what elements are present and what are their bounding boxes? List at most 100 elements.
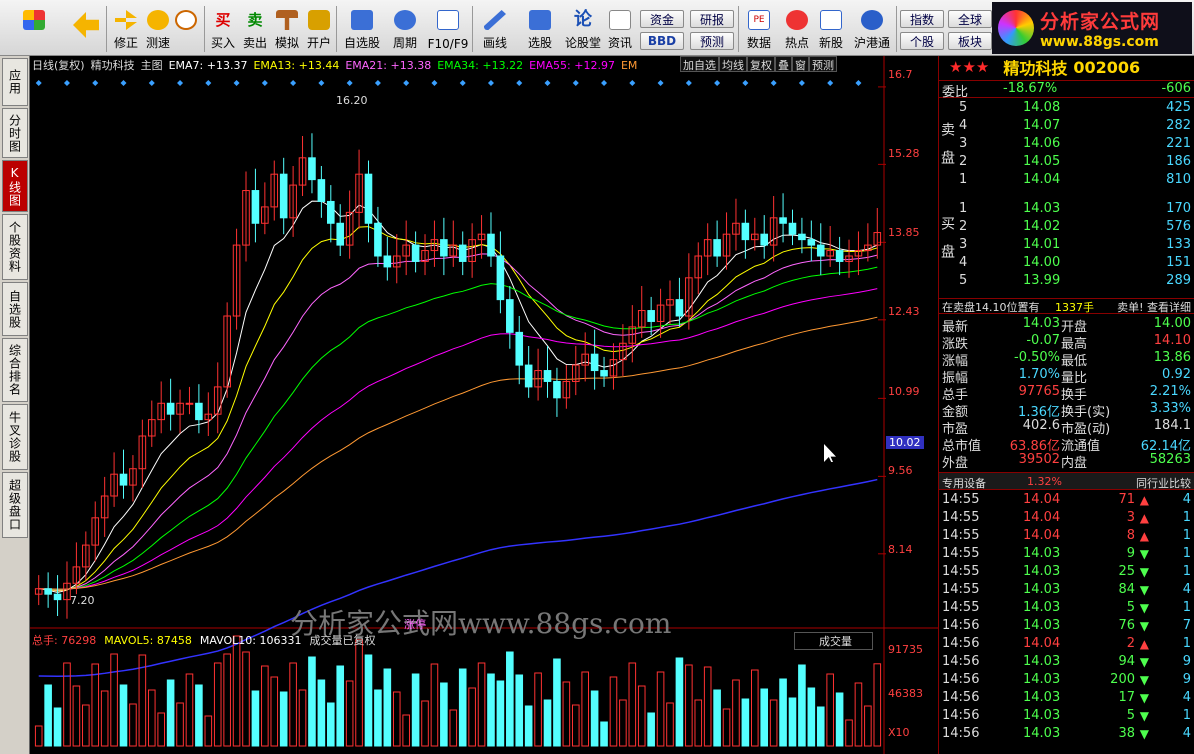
side-tab-intraday[interactable]: 分时图 — [2, 108, 28, 158]
news-button[interactable]: 资讯 — [604, 4, 636, 54]
tick-price: 14.03 — [1023, 564, 1061, 579]
peer-compare-tab[interactable]: 同行业比较 — [1136, 475, 1191, 491]
volume-bar — [751, 669, 759, 747]
tick-time: 14:56 — [942, 618, 980, 633]
bbd-button[interactable]: BBD — [640, 32, 684, 50]
tick-row: 14:56 14.03 38 ▼ 4 — [939, 726, 1194, 744]
open-account-button[interactable]: 开户 — [304, 4, 334, 54]
industry-tabs: 专用设备 1.32% 同行业比较 — [939, 472, 1194, 490]
quote-stat-row: 涨幅 -0.50% 最低 13.86 — [939, 350, 1194, 369]
quote-title: ★★★ 精功科技 002006 — [939, 56, 1194, 79]
volume-bar — [166, 679, 175, 747]
stock-select-button[interactable]: 选股 — [518, 4, 562, 54]
f10-button[interactable]: F10/F9 — [426, 4, 470, 54]
candle-down — [487, 233, 495, 257]
fix-button[interactable]: 修正 — [110, 4, 142, 54]
volume-bar — [195, 684, 203, 747]
tick-row: 14:56 14.04 2 ▲ 1 — [939, 636, 1194, 654]
tick-price: 14.03 — [1023, 618, 1061, 633]
fund-button[interactable]: 资金 — [640, 10, 684, 28]
hk-connect-button[interactable]: 沪港通 — [850, 4, 894, 54]
volume-bar — [600, 721, 608, 747]
side-tab-diagnosis[interactable]: 牛叉诊股 — [2, 404, 28, 470]
simulate-button[interactable]: 模拟 — [272, 4, 302, 54]
tick-volume: 17 — [1118, 690, 1135, 705]
side-tab-apps[interactable]: 应用 — [2, 58, 28, 106]
watchlist-button[interactable]: 自选股 — [340, 4, 384, 54]
tick-volume: 71 — [1118, 492, 1135, 507]
side-tab-watchlist[interactable]: 自选股 — [2, 282, 28, 336]
volume-bar — [694, 699, 703, 747]
bid-row[interactable]: 5 13.99 289 — [939, 273, 1194, 291]
app-grid-button[interactable] — [14, 4, 54, 54]
index-button[interactable]: 指数 — [900, 10, 944, 28]
side-tab-ranking[interactable]: 综合排名 — [2, 338, 28, 402]
tick-count: 9 — [1182, 672, 1191, 687]
signal-diamond — [685, 80, 692, 86]
price-tick: 8.14 — [888, 543, 913, 556]
notice-detail-link[interactable]: 卖单! 查看详细 — [1117, 299, 1191, 315]
signal-diamond — [487, 80, 494, 86]
sell-icon: 卖 — [247, 11, 263, 29]
period-button[interactable]: 周期 — [386, 4, 424, 54]
simulate-label: 模拟 — [274, 36, 299, 50]
down-arrow-icon: ▼ — [1139, 547, 1149, 561]
hot-icon — [786, 10, 808, 30]
bid-row[interactable]: 4 14.00 151 — [939, 255, 1194, 273]
quote-stat-row: 总市值 63.86亿 流通值 62.14亿 — [939, 435, 1194, 454]
draw-line-button[interactable]: 画线 — [476, 4, 514, 54]
tick-count: 1 — [1182, 510, 1191, 525]
bid-volume: 170 — [1166, 201, 1191, 216]
toolbar-separator — [738, 6, 739, 52]
candle-down — [515, 331, 524, 366]
research-button[interactable]: 研报 — [690, 10, 734, 28]
stat-value: 0.92 — [1162, 367, 1191, 382]
tick-price: 14.04 — [1023, 528, 1061, 543]
signal-diamond — [120, 80, 127, 86]
stock-code: 002006 — [1073, 57, 1141, 77]
volume-bar — [675, 657, 684, 747]
down-arrow-icon: ▼ — [1139, 601, 1149, 615]
candle-down — [506, 299, 514, 333]
sector-button[interactable]: 板块 — [948, 32, 992, 50]
forum-button[interactable]: 论论股堂 — [562, 4, 604, 54]
ask-row[interactable]: 4 14.07 282 — [939, 118, 1194, 136]
side-tab-stock-info[interactable]: 个股资料 — [2, 214, 28, 280]
sell-label: 卖出 — [242, 36, 267, 50]
big-order-notice[interactable]: 在卖盘14.10位置有 1337手 卖单! 查看详细 — [939, 298, 1194, 314]
bid-row[interactable]: 3 14.01 133 — [939, 237, 1194, 255]
data-button[interactable]: PE 数据 — [742, 4, 776, 54]
ask-row[interactable]: 3 14.06 221 — [939, 136, 1194, 154]
buy-button[interactable]: 买买入 — [208, 4, 238, 54]
volume-bar — [798, 664, 806, 747]
global-button[interactable]: 全球 — [948, 10, 992, 28]
down-arrow-icon: ▼ — [1139, 673, 1149, 687]
speed-button[interactable]: 测速 — [142, 4, 174, 54]
sell-button[interactable]: 卖卖出 — [240, 4, 270, 54]
industry-tab[interactable]: 专用设备 — [942, 475, 986, 491]
back-button[interactable] — [66, 4, 106, 54]
volume-tab[interactable]: 成交量 — [794, 632, 873, 650]
volume-bar — [637, 685, 646, 747]
ask-row[interactable]: 2 14.05 186 — [939, 154, 1194, 172]
ask-row[interactable]: 5 14.08 425 — [939, 100, 1194, 118]
clock-button[interactable] — [172, 4, 200, 54]
ask-row[interactable]: 1 14.04 810 — [939, 172, 1194, 190]
quote-stat-row: 振幅 1.70% 量比 0.92 — [939, 367, 1194, 386]
stock-button[interactable]: 个股 — [900, 32, 944, 50]
signal-diamond — [855, 80, 862, 86]
volume-bar — [769, 699, 778, 747]
tick-volume: 84 — [1118, 582, 1135, 597]
tick-price: 14.03 — [1023, 726, 1061, 741]
kline-chart[interactable]: 日线(复权) 精功科技 主图 EMA7: +13.37 EMA13: +13.44 EMA… — [30, 56, 938, 754]
forum-label: 论股堂 — [564, 36, 601, 50]
hot-button[interactable]: 热点 — [780, 4, 814, 54]
side-tab-kline[interactable]: K线图 — [2, 160, 28, 212]
forecast-button[interactable]: 预测 — [690, 32, 734, 50]
bid-row[interactable]: 1 14.03 170 — [939, 201, 1194, 219]
new-stock-button[interactable]: 新股 — [814, 4, 848, 54]
toolbar-separator — [472, 6, 473, 52]
bid-row[interactable]: 2 14.02 576 — [939, 219, 1194, 237]
side-tab-super-quote[interactable]: 超级盘口 — [2, 472, 28, 538]
tick-count: 1 — [1182, 708, 1191, 723]
